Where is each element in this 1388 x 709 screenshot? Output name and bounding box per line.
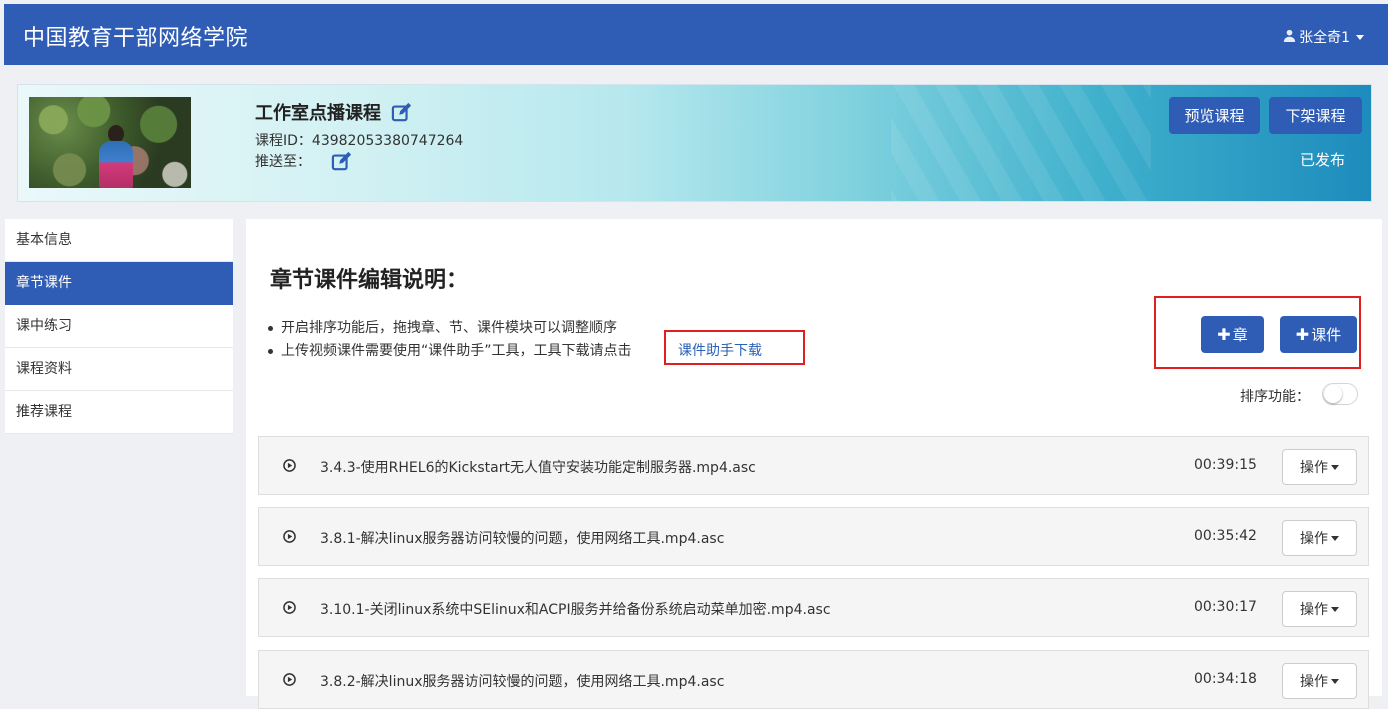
chevron-down-icon (1356, 34, 1364, 40)
edit-icon[interactable] (391, 102, 413, 122)
push-edit-icon[interactable] (331, 151, 353, 171)
courseware-helper-download-link[interactable]: 课件助手下载 (678, 340, 762, 360)
instruction-item: 上传视频课件需要使用“课件助手”工具，工具下载请点击 (268, 340, 632, 363)
chevron-down-icon (1331, 678, 1339, 684)
course-thumbnail (29, 97, 191, 188)
courseware-duration: 00:39:15 (1194, 457, 1257, 473)
courseware-name: 3.10.1-关闭linux系统中SElinux和ACPI服务并给备份系统启动菜… (320, 602, 831, 618)
user-icon (1283, 29, 1296, 46)
add-courseware-button[interactable]: ✚ 课件 (1280, 316, 1357, 353)
courseware-name: 3.4.3-使用RHEL6的Kickstart无人值守安装功能定制服务器.mp4… (320, 460, 756, 476)
plus-icon: ✚ (1295, 325, 1310, 344)
sort-label: 排序功能： (1240, 389, 1310, 405)
sidebar-item-materials[interactable]: 课程资料 (5, 348, 233, 391)
sidebar-item-chapter-courseware[interactable]: 章节课件 (5, 262, 233, 305)
list-item[interactable]: 3.4.3-使用RHEL6的Kickstart无人值守安装功能定制服务器.mp4… (258, 436, 1369, 495)
offline-course-button[interactable]: 下架课程 (1269, 97, 1362, 134)
operate-dropdown-button[interactable]: 操作 (1282, 520, 1357, 556)
push-to-row: 推送至： (255, 151, 353, 171)
site-brand[interactable]: 中国教育干部网络学院 (23, 20, 248, 52)
user-menu[interactable]: 张全奇1 (1283, 27, 1364, 47)
preview-course-button[interactable]: 预览课程 (1169, 97, 1260, 134)
instruction-list: 开启排序功能后，拖拽章、节、课件模块可以调整顺序 上传视频课件需要使用“课件助手… (268, 317, 632, 363)
instruction-item: 开启排序功能后，拖拽章、节、课件模块可以调整顺序 (268, 317, 632, 340)
course-banner: 工作室点播课程 课程ID：43982053380747264 推送至： 预览课程… (17, 84, 1372, 202)
play-icon[interactable] (283, 530, 296, 543)
play-icon[interactable] (283, 673, 296, 686)
main-panel: 章节课件编辑说明： 开启排序功能后，拖拽章、节、课件模块可以调整顺序 上传视频课… (246, 219, 1382, 709)
course-title-row: 工作室点播课程 (255, 99, 413, 125)
sidebar-nav: 基本信息 章节课件 课中练习 课程资料 推荐课程 (5, 219, 233, 434)
play-icon[interactable] (283, 601, 296, 614)
banner-decoration (891, 85, 1151, 201)
chevron-down-icon (1331, 606, 1339, 612)
play-icon[interactable] (283, 459, 296, 472)
course-id: 课程ID：43982053380747264 (255, 133, 464, 149)
courseware-name: 3.8.1-解决linux服务器访问较慢的问题，使用网络工具.mp4.asc (320, 531, 725, 547)
status-badge: 已发布 (1300, 151, 1346, 169)
sidebar-item-basic-info[interactable]: 基本信息 (5, 219, 233, 262)
chevron-down-icon (1331, 464, 1339, 470)
sidebar-item-recommended[interactable]: 推荐课程 (5, 391, 233, 434)
courseware-duration: 00:35:42 (1194, 528, 1257, 544)
courseware-duration: 00:34:18 (1194, 671, 1257, 687)
plus-icon: ✚ (1217, 325, 1231, 344)
courseware-name: 3.8.2-解决linux服务器访问较慢的问题，使用网络工具.mp4.asc (320, 674, 725, 690)
push-to-label: 推送至： (255, 154, 311, 170)
list-item[interactable]: 3.8.1-解决linux服务器访问较慢的问题，使用网络工具.mp4.asc 0… (258, 507, 1369, 566)
sort-toggle[interactable] (1322, 383, 1358, 405)
user-name: 张全奇1 (1299, 30, 1350, 46)
list-item[interactable]: 3.10.1-关闭linux系统中SElinux和ACPI服务并给备份系统启动菜… (258, 578, 1369, 637)
courseware-duration: 00:30:17 (1194, 599, 1257, 615)
operate-dropdown-button[interactable]: 操作 (1282, 663, 1357, 699)
page-title: 章节课件编辑说明： (270, 268, 469, 293)
add-chapter-button[interactable]: ✚ 章 (1201, 316, 1264, 353)
course-title: 工作室点播课程 (255, 103, 381, 124)
operate-dropdown-button[interactable]: 操作 (1282, 449, 1357, 485)
chevron-down-icon (1331, 535, 1339, 541)
sidebar-item-exercises[interactable]: 课中练习 (5, 305, 233, 348)
top-navbar: 中国教育干部网络学院 张全奇1 (4, 4, 1388, 65)
operate-dropdown-button[interactable]: 操作 (1282, 591, 1357, 627)
list-item[interactable]: 3.8.2-解决linux服务器访问较慢的问题，使用网络工具.mp4.asc 0… (258, 650, 1369, 709)
